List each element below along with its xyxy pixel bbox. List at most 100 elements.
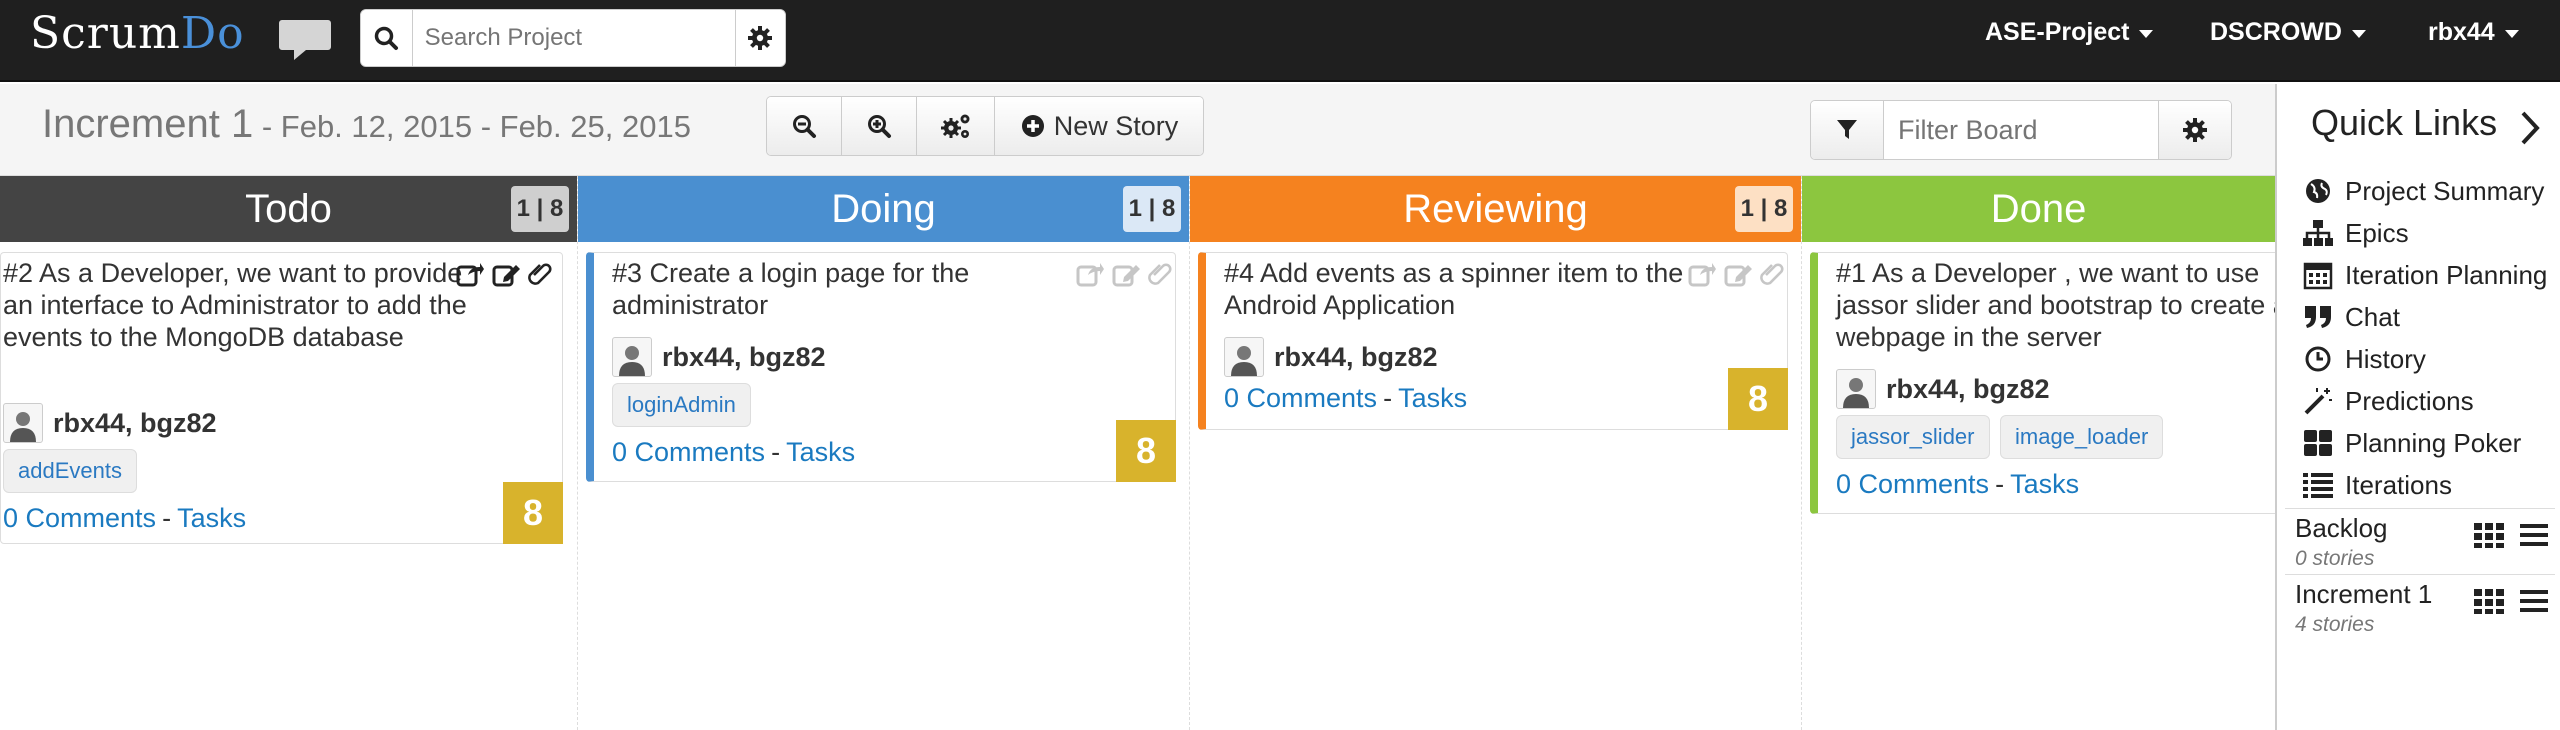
board-settings-button[interactable]	[917, 97, 995, 155]
search-settings-button[interactable]	[734, 10, 785, 66]
iteration-increment-1[interactable]: Increment 1 4 stories	[2285, 574, 2555, 640]
zoom-in-icon	[868, 115, 891, 138]
quick-link-epics[interactable]: Epics	[2301, 216, 2409, 250]
quick-link-planning-poker[interactable]: Planning Poker	[2301, 426, 2521, 460]
paperclip-icon[interactable]	[1760, 261, 1784, 287]
avatar[interactable]	[612, 337, 652, 377]
menu-icon[interactable]	[2519, 521, 2549, 549]
search-icon[interactable]	[361, 10, 413, 66]
zoom-in-button[interactable]	[842, 97, 917, 155]
sitemap-icon	[2301, 216, 2335, 250]
comments-link[interactable]: 0 Comments	[1836, 469, 1989, 499]
story-card[interactable]: #1 As a Developer , we want to use jasso…	[1810, 252, 2275, 514]
avatar[interactable]	[3, 403, 43, 443]
gears-icon	[940, 114, 969, 138]
gear-icon	[748, 26, 773, 50]
story-tag[interactable]: addEvents	[3, 449, 137, 493]
quote-icon	[2301, 300, 2335, 334]
edit-icon[interactable]	[492, 261, 520, 287]
card-links: 0 Comments - Tasks	[3, 503, 247, 533]
iteration-actions	[2473, 587, 2549, 615]
comments-link[interactable]: 0 Comments	[612, 437, 765, 467]
avatar[interactable]	[1224, 337, 1264, 377]
chevron-down-icon	[2351, 30, 2366, 38]
story-points-badge[interactable]: 8	[1728, 368, 1788, 430]
chat-bubble-icon[interactable]	[278, 16, 332, 60]
card-actions	[1076, 261, 1172, 287]
share-icon[interactable]	[1076, 261, 1104, 287]
tasks-link[interactable]: Tasks	[177, 503, 246, 533]
tasks-link[interactable]: Tasks	[2010, 469, 2079, 499]
iteration-backlog[interactable]: Backlog 0 stories	[2285, 508, 2555, 574]
clock-icon	[2301, 342, 2335, 376]
grid-icon[interactable]	[2473, 521, 2505, 549]
edit-icon[interactable]	[1724, 261, 1752, 287]
filter-settings-button[interactable]	[2159, 101, 2231, 159]
story-card[interactable]: #4 Add events as a spinner item to the A…	[1198, 252, 1788, 430]
column-reviewing: Reviewing 1 | 8 #4 Add events as a spinn…	[1190, 176, 1802, 730]
story-card[interactable]: #3 Create a login page for the administr…	[586, 252, 1176, 482]
iteration-name: Increment 1	[2295, 579, 2433, 609]
project-menu[interactable]: ASE-Project	[1985, 18, 2154, 47]
story-points-badge[interactable]: 8	[1116, 420, 1176, 482]
card-links: 0 Comments - Tasks	[1224, 383, 1468, 413]
chevron-down-icon	[2504, 30, 2519, 38]
tasks-link[interactable]: Tasks	[786, 437, 855, 467]
grid-icon[interactable]	[2473, 587, 2505, 615]
share-icon[interactable]	[456, 261, 484, 287]
tasks-link[interactable]: Tasks	[1398, 383, 1467, 413]
quick-link-project-summary[interactable]: Project Summary	[2301, 174, 2544, 208]
zoom-out-button[interactable]	[767, 97, 842, 155]
project-search	[360, 9, 786, 67]
quick-link-iteration-planning[interactable]: Iteration Planning	[2301, 258, 2547, 292]
board-controls: New Story	[766, 96, 1204, 156]
grid-large-icon	[2301, 426, 2335, 460]
page-title: Increment 1 - Feb. 12, 2015 - Feb. 25, 2…	[42, 102, 691, 146]
iteration-name: Backlog	[2295, 513, 2388, 543]
story-tag[interactable]: image_loader	[2000, 415, 2164, 459]
column-title: Todo	[245, 186, 332, 231]
column-title: Doing	[831, 186, 936, 231]
filter-icon	[1837, 120, 1857, 139]
story-summary: #1 As a Developer , we want to use jasso…	[1836, 258, 2275, 352]
filter-board	[1810, 100, 2232, 160]
paperclip-icon[interactable]	[1148, 261, 1172, 287]
edit-icon[interactable]	[1112, 261, 1140, 287]
organization-menu[interactable]: DSCROWD	[2210, 18, 2366, 47]
story-card[interactable]: #2 As a Developer, we want to provide an…	[0, 252, 563, 544]
column-done: Done #1 As a Developer , we want to use …	[1802, 176, 2275, 730]
calendar-icon	[2301, 258, 2335, 292]
comments-link[interactable]: 0 Comments	[1224, 383, 1377, 413]
chevron-right-icon[interactable]	[2519, 110, 2541, 151]
quick-link-predictions[interactable]: Predictions	[2301, 384, 2474, 418]
filter-button[interactable]	[1811, 101, 1883, 159]
card-actions	[1688, 261, 1784, 287]
globe-icon	[2301, 174, 2335, 208]
comments-link[interactable]: 0 Comments	[3, 503, 156, 533]
story-points-badge[interactable]: 8	[503, 482, 563, 544]
column-title: Done	[1990, 186, 2087, 231]
story-tag[interactable]: jassor_slider	[1836, 415, 1990, 459]
menu-icon[interactable]	[2519, 587, 2549, 615]
quick-link-chat[interactable]: Chat	[2301, 300, 2400, 334]
column-title: Reviewing	[1403, 186, 1588, 231]
user-menu[interactable]: rbx44	[2428, 18, 2519, 47]
card-actions	[456, 261, 552, 287]
list-icon	[2301, 468, 2335, 502]
search-input[interactable]	[412, 10, 735, 66]
story-tag[interactable]: loginAdmin	[612, 383, 751, 427]
quick-link-iterations[interactable]: Iterations	[2301, 468, 2452, 502]
iteration-story-count: 4 stories	[2295, 613, 2375, 636]
scrumdo-logo[interactable]: ScrumDo	[30, 8, 245, 59]
new-story-button[interactable]: New Story	[995, 97, 1203, 155]
wip-badge: 1 | 8	[511, 186, 569, 232]
quick-link-history[interactable]: History	[2301, 342, 2426, 376]
share-icon[interactable]	[1688, 261, 1716, 287]
avatar[interactable]	[1836, 369, 1876, 409]
column-todo: Todo 1 | 8 #2 As a Developer, we want to…	[0, 176, 578, 730]
assignees: rbx44, bgz82	[1224, 337, 1438, 377]
filter-input[interactable]	[1883, 101, 2159, 159]
column-header: Doing 1 | 8	[578, 176, 1189, 242]
paperclip-icon[interactable]	[528, 261, 552, 287]
assignees: rbx44, bgz82	[612, 337, 826, 377]
